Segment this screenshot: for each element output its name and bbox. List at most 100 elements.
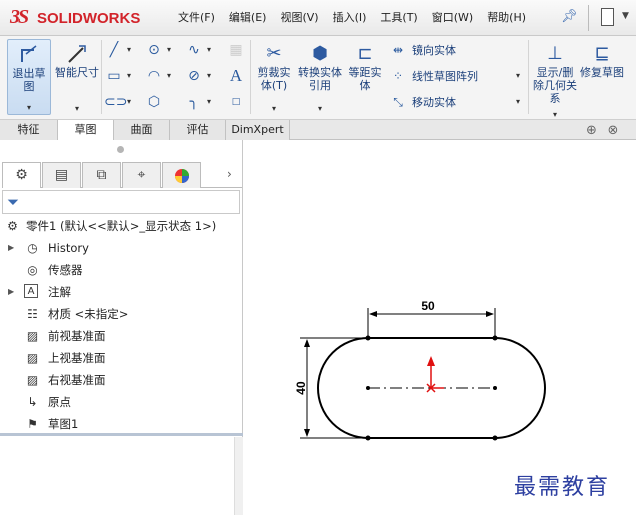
menu-window[interactable]: 窗口(W) bbox=[432, 9, 473, 25]
chevron-down-icon[interactable]: ▾ bbox=[207, 45, 211, 54]
polygon-tool-icon[interactable]: ⬡ bbox=[144, 92, 164, 112]
chevron-down-icon[interactable]: ▾ bbox=[298, 104, 342, 113]
convert-entities-button[interactable]: ⬢ 转换实体引用 ▾ bbox=[298, 39, 342, 115]
graphics-area[interactable]: 50 40 bbox=[244, 140, 636, 515]
trim-icon: ✂ bbox=[266, 43, 282, 64]
repair-sketch-icon: ⊑ bbox=[594, 43, 610, 64]
ellipse-tool-icon[interactable]: ⊘ bbox=[184, 66, 204, 86]
chevron-down-icon[interactable]: ▾ bbox=[167, 45, 171, 54]
offset-entities-label: 等距实体 bbox=[348, 66, 382, 92]
expand-arrow-icon[interactable]: ▶ bbox=[8, 282, 18, 302]
trim-entities-button[interactable]: ✂ 剪裁实体(T) ▾ bbox=[253, 39, 295, 115]
feature-manager-tab-icon[interactable]: ⚙ bbox=[2, 162, 41, 188]
chevron-down-icon[interactable]: ▼ bbox=[622, 11, 629, 21]
move-entities-label: 移动实体 bbox=[412, 96, 456, 109]
origin-icon: ↳ bbox=[27, 395, 38, 409]
solidworks-logo[interactable]: 3S SOLIDWORKS bbox=[10, 6, 160, 30]
display-manager-tab-icon[interactable] bbox=[162, 162, 201, 188]
chevron-down-icon[interactable]: ▾ bbox=[127, 71, 131, 80]
tab-features[interactable]: 特征 bbox=[0, 120, 58, 140]
menu-insert[interactable]: 插入(I) bbox=[333, 9, 367, 25]
display-relations-label: 显示/删除几何关系 bbox=[533, 66, 577, 105]
sketch-canvas[interactable]: 50 40 bbox=[244, 140, 636, 515]
tab-surfaces[interactable]: 曲面 bbox=[114, 120, 170, 140]
repair-sketch-button[interactable]: ⊑ 修复草图 bbox=[580, 39, 624, 115]
origin-y-arrow bbox=[427, 356, 435, 366]
text-tool-icon[interactable]: A bbox=[226, 66, 246, 86]
move-icon: ⤡ bbox=[393, 95, 403, 109]
rectangle-tool-icon[interactable]: ▭ bbox=[104, 66, 124, 86]
chevron-down-icon[interactable]: ▾ bbox=[207, 71, 211, 80]
chevron-down-icon[interactable]: ▾ bbox=[167, 71, 171, 80]
dimxpert-manager-tab-icon[interactable]: ⌖ bbox=[122, 162, 161, 188]
tree-item-label: 传感器 bbox=[48, 263, 83, 277]
slot-tool-icon[interactable]: ⊂⊃ bbox=[104, 92, 127, 112]
tab-dimxpert[interactable]: DimXpert bbox=[226, 120, 290, 140]
smart-dimension-button[interactable]: 智能尺寸 ▾ bbox=[55, 39, 99, 115]
circle-tool-icon[interactable]: ⊙ bbox=[144, 40, 164, 60]
arc-tool-icon[interactable]: ◠ bbox=[144, 66, 164, 86]
zoom-to-area-icon[interactable]: ⊗ bbox=[608, 123, 624, 139]
zoom-to-fit-icon[interactable]: ⊕ bbox=[586, 123, 602, 139]
chevron-right-icon[interactable]: › bbox=[227, 167, 232, 181]
convert-entities-icon: ⬢ bbox=[312, 43, 328, 64]
dimension-height-value: 40 bbox=[294, 381, 308, 395]
chevron-down-icon[interactable]: ▾ bbox=[127, 97, 131, 106]
offset-entities-button[interactable]: ⊏ 等距实体 bbox=[344, 39, 386, 115]
linear-pattern-button[interactable]: ⁘ 线性草图阵列 bbox=[390, 68, 478, 84]
chevron-down-icon[interactable]: ▾ bbox=[516, 97, 520, 106]
menu-file[interactable]: 文件(F) bbox=[178, 9, 215, 25]
point-tool-icon[interactable]: □ bbox=[226, 92, 246, 112]
chevron-down-icon[interactable]: ▾ bbox=[8, 103, 50, 112]
chevron-down-icon[interactable]: ▾ bbox=[516, 71, 520, 80]
tab-evaluate[interactable]: 评估 bbox=[170, 120, 226, 140]
chevron-down-icon[interactable]: ▾ bbox=[127, 45, 131, 54]
tab-sketch[interactable]: 草图 bbox=[58, 120, 114, 140]
feature-manager-panel: ⚙ ▤ ⧉ ⌖ › ⏷ ⚙ 零件1 (默认<<默认>_显示状态 1>) ▶ ◷ … bbox=[0, 140, 243, 515]
sketch-point bbox=[365, 335, 371, 341]
relations-icon: ⊥ bbox=[547, 43, 563, 64]
display-relations-button[interactable]: ⊥ 显示/删除几何关系 ▾ bbox=[532, 39, 578, 119]
panel-scrollbar[interactable] bbox=[234, 437, 243, 515]
panel-grip[interactable] bbox=[117, 146, 124, 153]
exit-sketch-icon bbox=[18, 44, 40, 66]
sketch-point bbox=[492, 435, 498, 441]
menu-tools[interactable]: 工具(T) bbox=[380, 9, 417, 25]
line-tool-icon[interactable]: ╱ bbox=[104, 40, 124, 60]
command-tabs: 特征 草图 曲面 评估 DimXpert bbox=[0, 120, 636, 140]
menu-view[interactable]: 视图(V) bbox=[280, 9, 318, 25]
construction-geometry-icon[interactable]: ▦ bbox=[226, 40, 246, 60]
spline-tool-icon[interactable]: ∿ bbox=[184, 40, 204, 60]
divider bbox=[588, 5, 589, 31]
property-manager-tab-icon[interactable]: ▤ bbox=[42, 162, 81, 188]
expand-arrow-icon[interactable]: ▶ bbox=[8, 238, 18, 258]
plane-icon: ▨ bbox=[26, 329, 39, 343]
dimension-arrow bbox=[486, 311, 494, 317]
command-manager-ribbon: 退出草图 ▾ 智能尺寸 ▾ ╱ ▾ ⊙ ▾ ∿ ▾ ▦ ▭ ▾ ◠ ▾ ⊘ ▾ … bbox=[0, 36, 636, 120]
panel-splitter[interactable] bbox=[0, 433, 243, 436]
mirror-entities-button[interactable]: ⇹ 镜向实体 bbox=[390, 42, 456, 58]
title-bar: 3S SOLIDWORKS 文件(F) 编辑(E) 视图(V) 插入(I) 工具… bbox=[0, 0, 636, 36]
tree-item-label: 草图1 bbox=[48, 417, 79, 431]
dimension-arrow bbox=[369, 311, 377, 317]
new-document-icon[interactable] bbox=[601, 8, 614, 26]
watermark-text: 最需教育 bbox=[514, 475, 611, 500]
divider bbox=[250, 40, 251, 114]
menu-edit[interactable]: 编辑(E) bbox=[229, 9, 267, 25]
chevron-down-icon[interactable]: ▾ bbox=[55, 104, 99, 113]
chevron-down-icon[interactable]: ▾ bbox=[532, 110, 578, 119]
exit-sketch-label: 退出草图 bbox=[12, 67, 46, 93]
fillet-tool-icon[interactable]: ╮ bbox=[184, 92, 204, 112]
pin-icon[interactable]: 📌︎ bbox=[561, 9, 578, 24]
move-entities-button[interactable]: ⤡ 移动实体 bbox=[390, 94, 456, 110]
logo-ds-mark: 3S bbox=[10, 6, 29, 28]
chevron-down-icon[interactable]: ▾ bbox=[253, 104, 295, 113]
menu-help[interactable]: 帮助(H) bbox=[487, 9, 526, 25]
exit-sketch-button[interactable]: 退出草图 ▾ bbox=[7, 39, 51, 115]
configuration-manager-tab-icon[interactable]: ⧉ bbox=[82, 162, 121, 188]
filter-icon[interactable]: ⏷ bbox=[7, 193, 19, 211]
chevron-down-icon[interactable]: ▾ bbox=[207, 97, 211, 106]
divider bbox=[528, 40, 529, 114]
tree-root-label: 零件1 (默认<<默认>_显示状态 1>) bbox=[26, 219, 217, 233]
tree-filter-bar[interactable]: ⏷ bbox=[2, 190, 240, 214]
